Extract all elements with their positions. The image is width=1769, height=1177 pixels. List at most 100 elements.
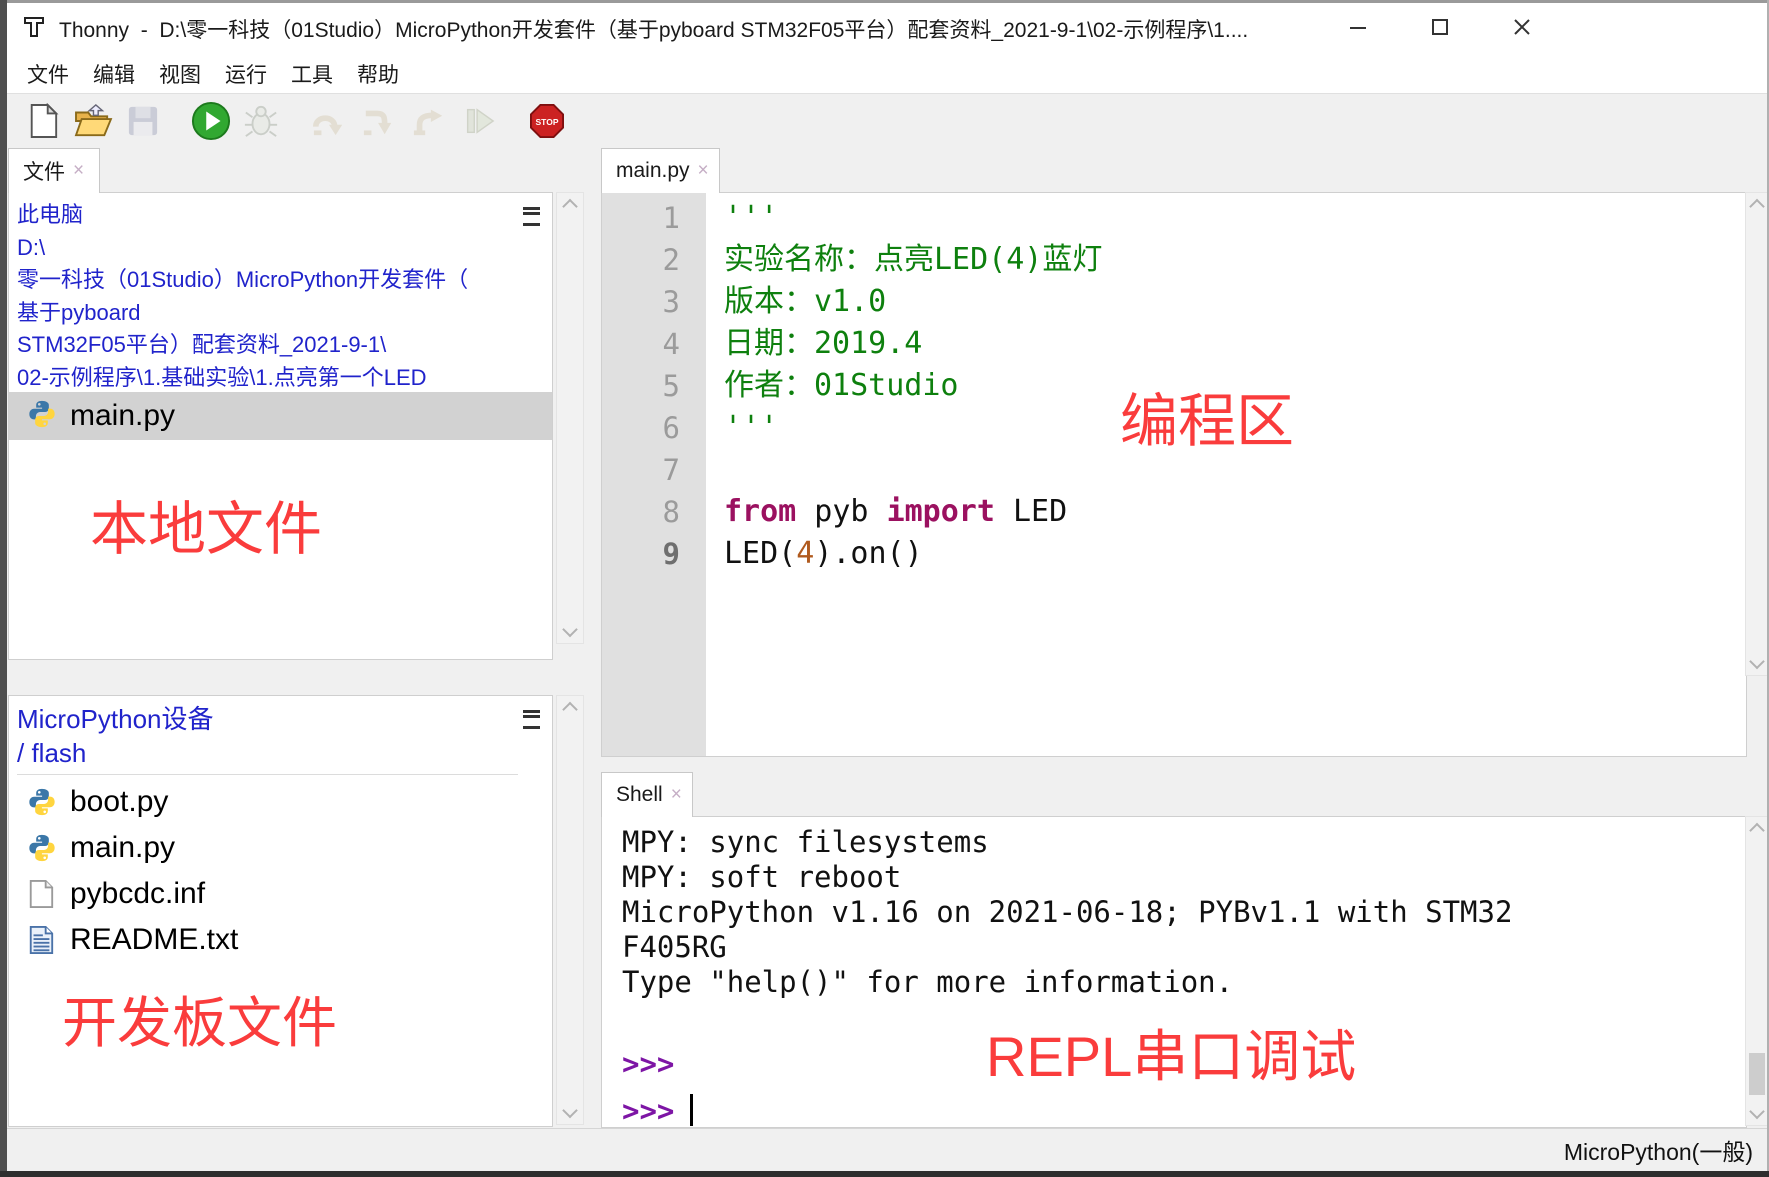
new-file-icon xyxy=(27,103,59,139)
menu-icon[interactable] xyxy=(523,207,540,226)
tab-main-py[interactable]: main.py × xyxy=(601,148,720,193)
thonny-logo-icon xyxy=(22,13,49,45)
annotation-board-files: 开发板文件 xyxy=(62,978,337,1058)
tab-main-py-label: main.py xyxy=(616,159,690,183)
python-file-icon xyxy=(27,787,57,817)
menu-item-3[interactable]: 视图 xyxy=(147,55,213,93)
thonny-window: Thonny - D:\零一科技（01Studio）MicroPython开发套… xyxy=(0,0,1769,1177)
maximize-button[interactable] xyxy=(1417,8,1463,46)
editor-line[interactable]: 9LED(4).on() xyxy=(602,533,1746,575)
scroll-up-icon[interactable] xyxy=(562,702,578,718)
file-tree-path-line[interactable]: 此电脑 xyxy=(17,199,518,232)
editor-line[interactable]: 1''' xyxy=(602,197,1746,239)
shell-output-line: MPY: soft reboot xyxy=(622,860,1736,895)
shell-scrollbar[interactable] xyxy=(1745,816,1769,1126)
close-icon xyxy=(1511,16,1533,38)
svg-text:STOP: STOP xyxy=(536,117,559,127)
line-number: 7 xyxy=(602,449,706,491)
tab-files[interactable]: 文件 × xyxy=(8,148,100,193)
close-icon[interactable]: × xyxy=(671,784,682,806)
open-file-button[interactable] xyxy=(71,99,115,143)
file-tree-path-line[interactable]: 基于pyboard xyxy=(17,297,518,330)
text-cursor xyxy=(690,1094,693,1126)
close-icon[interactable]: × xyxy=(698,160,709,182)
scroll-up-icon[interactable] xyxy=(562,199,578,215)
scroll-down-icon[interactable] xyxy=(1749,654,1765,670)
files-panel-scrollbar[interactable] xyxy=(556,192,584,644)
scroll-down-icon[interactable] xyxy=(562,622,578,638)
close-icon[interactable]: × xyxy=(73,160,84,182)
annotation-local-files: 本地文件 xyxy=(90,482,322,566)
window-border-bottom xyxy=(0,1171,1769,1177)
scroll-up-icon[interactable] xyxy=(1749,199,1765,215)
menu-item-5[interactable]: 工具 xyxy=(279,55,345,93)
code-text: 实验名称：点亮LED(4)蓝灯 xyxy=(706,239,1102,281)
file-tree-path-line[interactable]: STM32F05平台）配套资料_2021-9-1\ xyxy=(17,329,518,362)
status-bar: MicroPython(一般) xyxy=(7,1128,1767,1171)
text-file-icon xyxy=(27,925,57,955)
menu-icon[interactable] xyxy=(523,710,540,729)
file-icon xyxy=(27,879,57,909)
editor-line[interactable]: 4日期：2019.4 xyxy=(602,323,1746,365)
step-out-icon xyxy=(410,104,448,138)
file-tree-path-line[interactable]: D:\ xyxy=(17,232,518,265)
tab-shell[interactable]: Shell × xyxy=(601,772,693,817)
editor-line[interactable]: 3版本：v1.0 xyxy=(602,281,1746,323)
run-script-icon xyxy=(191,101,231,141)
line-number: 8 xyxy=(602,491,706,533)
debug-script-button xyxy=(239,99,283,143)
file-tree-path-line[interactable]: 02-示例程序\1.基础实验\1.点亮第一个LED xyxy=(17,362,518,395)
local-file-row-selected[interactable]: main.py xyxy=(9,392,552,440)
python-file-icon xyxy=(27,833,57,863)
code-text xyxy=(706,449,724,491)
line-number: 5 xyxy=(602,365,706,407)
file-browser-path: 此电脑D:\零一科技（01Studio）MicroPython开发套件（基于py… xyxy=(9,193,552,394)
save-file-icon xyxy=(127,105,159,137)
python-file-icon xyxy=(27,399,57,434)
local-files-panel: 此电脑D:\零一科技（01Studio）MicroPython开发套件（基于py… xyxy=(8,192,553,660)
device-file-row[interactable]: README.txt xyxy=(9,917,552,963)
toolbar: STOP xyxy=(7,93,1767,148)
device-path[interactable]: / flash xyxy=(17,736,518,770)
menu-item-1[interactable]: 文件 xyxy=(15,55,81,93)
window-border-left xyxy=(0,0,7,1177)
shell-output-line: MicroPython v1.16 on 2021-06-18; PYBv1.1… xyxy=(622,895,1522,965)
code-text: from pyb import LED xyxy=(706,491,1067,533)
close-button[interactable] xyxy=(1499,8,1545,46)
device-file-row[interactable]: pybcdc.inf xyxy=(9,871,552,917)
editor-scrollbar[interactable] xyxy=(1745,192,1769,676)
device-file-row[interactable]: boot.py xyxy=(9,779,552,825)
scroll-down-icon[interactable] xyxy=(1749,1104,1765,1120)
stop-button[interactable]: STOP xyxy=(525,99,569,143)
shell-prompt-line: >>> xyxy=(622,1094,1736,1129)
file-name: main.py xyxy=(70,831,175,865)
code-editor[interactable]: 1'''2实验名称：点亮LED(4)蓝灯3版本：v1.04日期：2019.45作… xyxy=(601,192,1747,757)
device-header: MicroPython设备 / flash xyxy=(9,696,552,775)
menu-item-2[interactable]: 编辑 xyxy=(81,55,147,93)
file-tree-path-line[interactable]: 零一科技（01Studio）MicroPython开发套件（ xyxy=(17,264,518,297)
device-panel-scrollbar[interactable] xyxy=(556,695,584,1125)
editor-line[interactable]: 2实验名称：点亮LED(4)蓝灯 xyxy=(602,239,1746,281)
device-title[interactable]: MicroPython设备 xyxy=(17,702,518,736)
run-script-button[interactable] xyxy=(189,99,233,143)
line-number: 2 xyxy=(602,239,706,281)
maximize-icon xyxy=(1429,16,1451,38)
line-number: 4 xyxy=(602,323,706,365)
menu-item-6[interactable]: 帮助 xyxy=(345,55,411,93)
resume-icon xyxy=(462,104,496,138)
minimize-button[interactable] xyxy=(1335,8,1381,46)
backend-status[interactable]: MicroPython(一般) xyxy=(1564,1133,1753,1167)
new-file-button[interactable] xyxy=(21,99,65,143)
debug-script-icon xyxy=(243,103,279,139)
scroll-down-icon[interactable] xyxy=(562,1103,578,1119)
scrollbar-thumb[interactable] xyxy=(1749,1053,1765,1095)
scroll-up-icon[interactable] xyxy=(1749,823,1765,839)
editor-line[interactable]: 8from pyb import LED xyxy=(602,491,1746,533)
save-file-button xyxy=(121,99,165,143)
line-number: 1 xyxy=(602,197,706,239)
step-over-button xyxy=(307,99,351,143)
menu-item-4[interactable]: 运行 xyxy=(213,55,279,93)
device-file-list: boot.py main.py pybcdc.infREADME.txt xyxy=(9,775,552,963)
device-file-row[interactable]: main.py xyxy=(9,825,552,871)
code-text: LED(4).on() xyxy=(706,533,923,575)
